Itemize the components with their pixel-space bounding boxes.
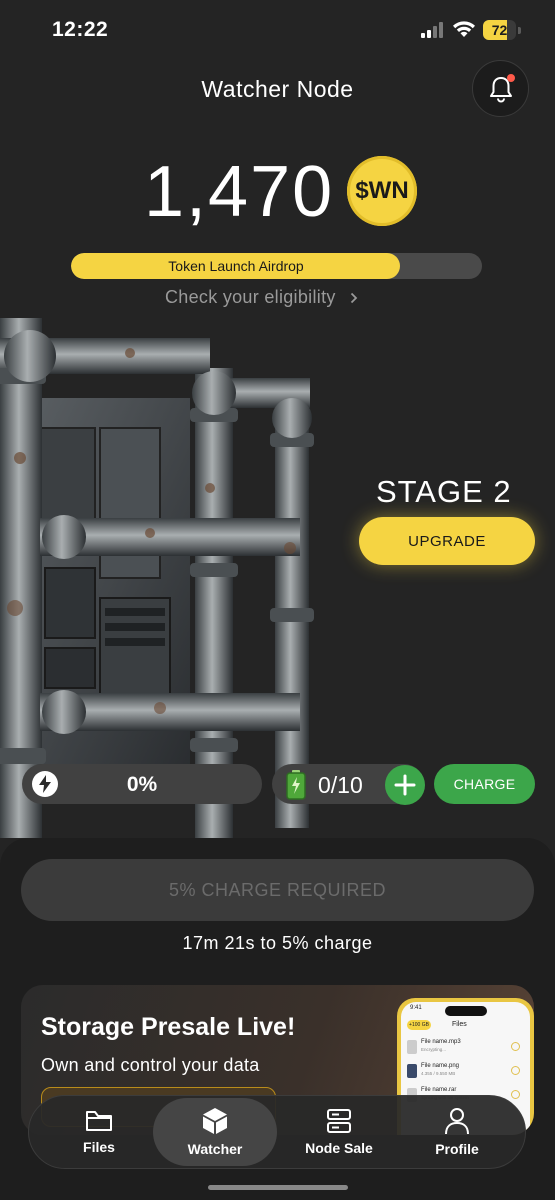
home-indicator — [208, 1185, 348, 1190]
tab-watcher-label: Watcher — [187, 1141, 243, 1157]
eligibility-link[interactable]: Check your eligibility — [165, 287, 358, 308]
wifi-icon — [453, 21, 475, 37]
energy-value: 0% — [126, 773, 158, 796]
upgrade-button[interactable]: UPGRADE — [359, 517, 535, 565]
status-time: 12:22 — [52, 18, 109, 41]
charge-value: 0/10 — [318, 772, 363, 798]
phone-time: 9:41 — [410, 1005, 422, 1011]
cellular-signal-icon — [421, 22, 443, 38]
phone-file-row: File name.png 4.355 / 9.550 MB — [407, 1062, 523, 1082]
battery-indicator: 72 — [483, 20, 521, 40]
tab-node-sale[interactable]: Node Sale — [277, 1096, 401, 1168]
token-coin-icon: $WN — [347, 156, 417, 226]
tab-node-sale-label: Node Sale — [305, 1140, 373, 1156]
token-balance: 1,470 — [144, 152, 335, 232]
battery-level: 72 — [491, 22, 508, 38]
tab-files[interactable]: Files — [37, 1096, 161, 1168]
status-bar: 12:22 72 — [0, 0, 555, 60]
chevron-right-icon — [350, 292, 357, 303]
add-charge-button[interactable] — [385, 765, 425, 805]
plus-icon — [394, 774, 416, 796]
stage-label: STAGE 2 — [376, 474, 512, 509]
tab-watcher[interactable]: Watcher — [153, 1098, 277, 1166]
person-icon — [445, 1108, 469, 1135]
server-icon — [327, 1109, 351, 1133]
phone-file-row: File name.mp3 Encrypting... — [407, 1038, 523, 1058]
airdrop-label: Token Launch Airdrop — [168, 258, 304, 274]
airdrop-progress-bar: Token Launch Airdrop — [71, 253, 482, 279]
battery-charge-icon — [286, 770, 306, 800]
cube-icon — [203, 1108, 227, 1134]
tab-bar: Files Watcher Node Sale Profile — [28, 1095, 526, 1169]
charge-button[interactable]: CHARGE — [434, 764, 535, 804]
notifications-button[interactable] — [472, 60, 529, 117]
phone-files-title: Files — [452, 1021, 467, 1028]
energy-meter: 0% — [22, 764, 262, 804]
folder-icon — [86, 1111, 112, 1131]
promo-subtitle: Own and control your data — [41, 1055, 260, 1075]
promo-title: Storage Presale Live! — [41, 1013, 296, 1041]
notification-badge — [507, 74, 515, 82]
watcher-node-illustration — [0, 318, 314, 838]
charge-countdown: 17m 21s to 5% charge — [182, 933, 373, 953]
phone-storage-chip: +100 GB — [407, 1020, 431, 1030]
charge-required-button[interactable]: 5% CHARGE REQUIRED — [21, 859, 534, 921]
tab-profile[interactable]: Profile — [395, 1096, 519, 1168]
tab-files-label: Files — [83, 1139, 115, 1155]
eligibility-label: Check your eligibility — [165, 287, 336, 307]
tab-profile-label: Profile — [435, 1141, 479, 1157]
